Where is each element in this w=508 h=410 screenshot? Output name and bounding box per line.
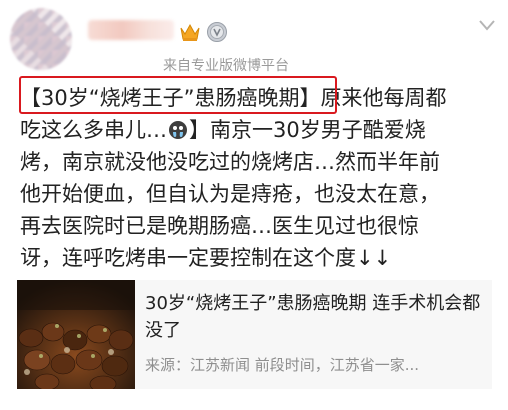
- post-line-5: 再去医院时已是晚期肠癌…医生见过也很惊: [20, 214, 419, 238]
- barbecue-skewers-image: [17, 280, 135, 389]
- crying-face-icon: [169, 121, 187, 139]
- chevron-down-icon[interactable]: [478, 18, 496, 32]
- post-line-4: 他开始便血，但自认为是痔疮，也没太在意，: [20, 182, 440, 206]
- post-line-3: 烤，南京就没他没吃过的烧烤店…然而半年前: [20, 150, 440, 174]
- post-line-2: 吃这么多串儿… 】南京一30岁男子酷爱烧: [20, 114, 500, 146]
- post-source: 来自专业版微博平台: [163, 58, 289, 74]
- post-line-2b: 】南京一30岁男子酷爱烧: [189, 118, 426, 142]
- headline-highlight-box: [19, 76, 337, 114]
- post-line-2a: 吃这么多串儿…: [20, 118, 167, 142]
- avatar[interactable]: [10, 8, 72, 70]
- article-thumbnail[interactable]: [17, 280, 135, 389]
- article-source: 来源：江苏新闻 前段时间，江苏省一家...: [145, 356, 420, 374]
- level-badge-icon: [207, 22, 227, 42]
- article-card[interactable]: 30岁“烧烤王子”患肠癌晚期 连手术机会都没了 来源：江苏新闻 前段时间，江苏省…: [17, 280, 492, 389]
- username-blurred[interactable]: [88, 20, 174, 40]
- article-title[interactable]: 30岁“烧烤王子”患肠癌晚期 连手术机会都没了: [145, 290, 485, 344]
- post-line-6: 讶，连呼吃烤串一定要控制在这个度↓↓: [20, 246, 392, 270]
- crown-icon: [180, 23, 200, 41]
- weibo-post: 来自专业版微博平台 【30岁“烧烤王子”患肠癌晚期】原来他每周都 吃这么多串儿……: [0, 0, 508, 410]
